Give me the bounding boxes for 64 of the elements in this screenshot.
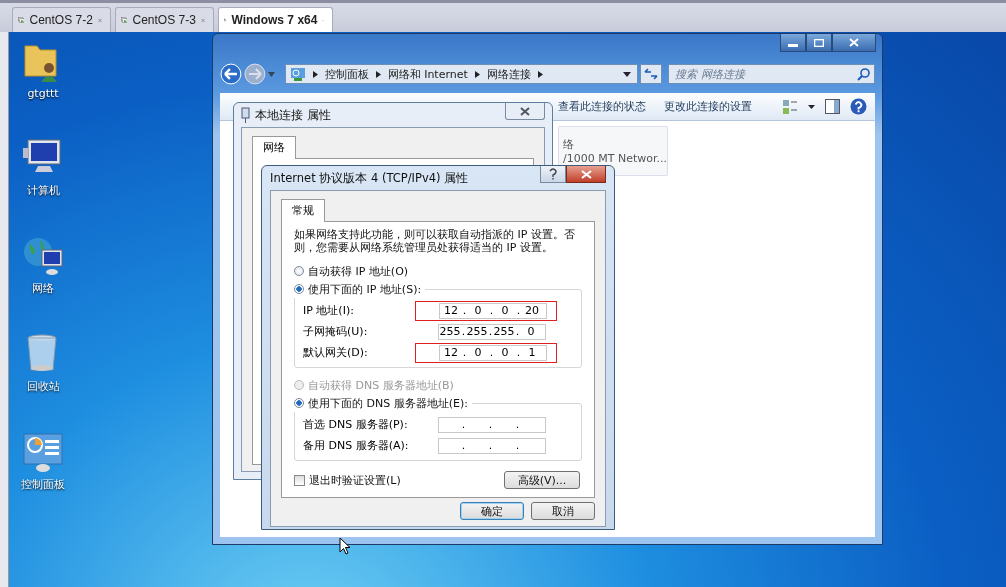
preview-pane-icon[interactable] bbox=[825, 99, 840, 114]
refresh-button[interactable] bbox=[640, 64, 662, 84]
chevron-icon bbox=[375, 70, 381, 78]
vm-tab[interactable]: Windows 7 x64 bbox=[218, 7, 333, 32]
control-panel-icon bbox=[289, 66, 306, 82]
help-icon bbox=[549, 168, 557, 180]
help-icon[interactable] bbox=[850, 98, 867, 115]
field-label: 首选 DNS 服务器(P): bbox=[303, 417, 409, 432]
close-button[interactable] bbox=[832, 34, 876, 52]
dialog-tab[interactable]: 网络 bbox=[252, 136, 296, 159]
search-icon bbox=[857, 68, 870, 81]
ip-address-field[interactable]: 255.255.255. 0 bbox=[438, 323, 546, 340]
radio-label: 自动获得 DNS 服务器地址(B) bbox=[308, 377, 454, 393]
radio-label[interactable]: 自动获得 IP 地址(O) bbox=[308, 263, 409, 279]
icon-label[interactable]: 回收站 bbox=[26, 379, 60, 394]
checkbox[interactable] bbox=[294, 474, 305, 486]
toolbar-button[interactable]: 查看此连接的状态 bbox=[554, 99, 650, 114]
breadcrumb[interactable]: 控制面板 bbox=[324, 66, 369, 82]
caret-icon bbox=[623, 71, 632, 77]
checkbox-label[interactable]: 退出时验证设置(L) bbox=[309, 472, 401, 488]
help-button[interactable] bbox=[540, 166, 566, 183]
field-label: 子网掩码(U): bbox=[303, 324, 369, 339]
control-panel-icon[interactable] bbox=[22, 430, 64, 474]
breadcrumb[interactable]: 网络和 Internet bbox=[387, 66, 468, 82]
refresh-icon bbox=[644, 68, 659, 80]
field-label: 默认网关(D): bbox=[303, 345, 369, 360]
minimize-button[interactable] bbox=[780, 34, 806, 52]
advanced-button[interactable]: 高级(V)... bbox=[504, 471, 580, 489]
network-adapter-card[interactable]: 络 /1000 MT Networ... bbox=[558, 126, 668, 176]
toolbar-button[interactable]: 更改此连接的设置 bbox=[660, 99, 756, 114]
ip-address-field[interactable]: . . . bbox=[438, 437, 546, 454]
vm-tab[interactable]: CentOS 7-2 bbox=[12, 7, 111, 32]
close-button[interactable] bbox=[505, 103, 545, 120]
maximize-icon bbox=[814, 38, 824, 47]
forward-icon[interactable] bbox=[243, 63, 266, 85]
address-bar[interactable]: 控制面板 网络和 Internet 网络连接 bbox=[284, 64, 639, 84]
cancel-button[interactable]: 取消 bbox=[531, 502, 595, 520]
chevron-icon bbox=[537, 70, 543, 78]
caret-icon[interactable] bbox=[808, 104, 815, 109]
description-text: 如果网络支持此功能，则可以获取自动指派的 IP 设置。否则，您需要从网络系统管理员处获得适当的 IP 设置。 bbox=[294, 228, 576, 254]
field-label: IP 地址(I): bbox=[303, 303, 355, 318]
ip-address-field[interactable]: 12 . 0 . 0 . 1 bbox=[439, 344, 547, 361]
ok-button[interactable]: 确定 bbox=[460, 502, 524, 520]
ip-address-field[interactable]: 12 . 0 . 0 . 20 bbox=[439, 302, 547, 319]
close-button[interactable] bbox=[566, 166, 606, 183]
search-field[interactable]: 搜索 网络连接 bbox=[668, 64, 875, 84]
dialog-title: Internet 协议版本 4 (TCP/IPv4) 属性 bbox=[270, 170, 469, 186]
vm-tab[interactable]: CentOS 7-3 bbox=[115, 7, 214, 32]
ip-address-field[interactable]: . . . bbox=[438, 416, 546, 433]
breadcrumb[interactable]: 网络连接 bbox=[486, 66, 531, 82]
chevron-icon bbox=[474, 70, 480, 78]
icon-label[interactable]: gtgttt bbox=[27, 87, 59, 100]
radio-button[interactable] bbox=[294, 284, 304, 294]
maximize-button[interactable] bbox=[806, 34, 832, 52]
network-adapter-icon bbox=[241, 107, 250, 123]
radio-button[interactable] bbox=[294, 398, 304, 408]
dialog-title: 本地连接 属性 bbox=[255, 107, 331, 123]
icon-label[interactable]: 网络 bbox=[32, 281, 54, 296]
icon-label[interactable]: 计算机 bbox=[26, 183, 60, 198]
back-icon[interactable] bbox=[220, 63, 242, 85]
chevron-icon bbox=[312, 70, 318, 78]
radio-button[interactable] bbox=[294, 266, 304, 276]
field-label: 备用 DNS 服务器(A): bbox=[303, 438, 410, 453]
dialog-tab[interactable]: 常规 bbox=[281, 199, 325, 222]
